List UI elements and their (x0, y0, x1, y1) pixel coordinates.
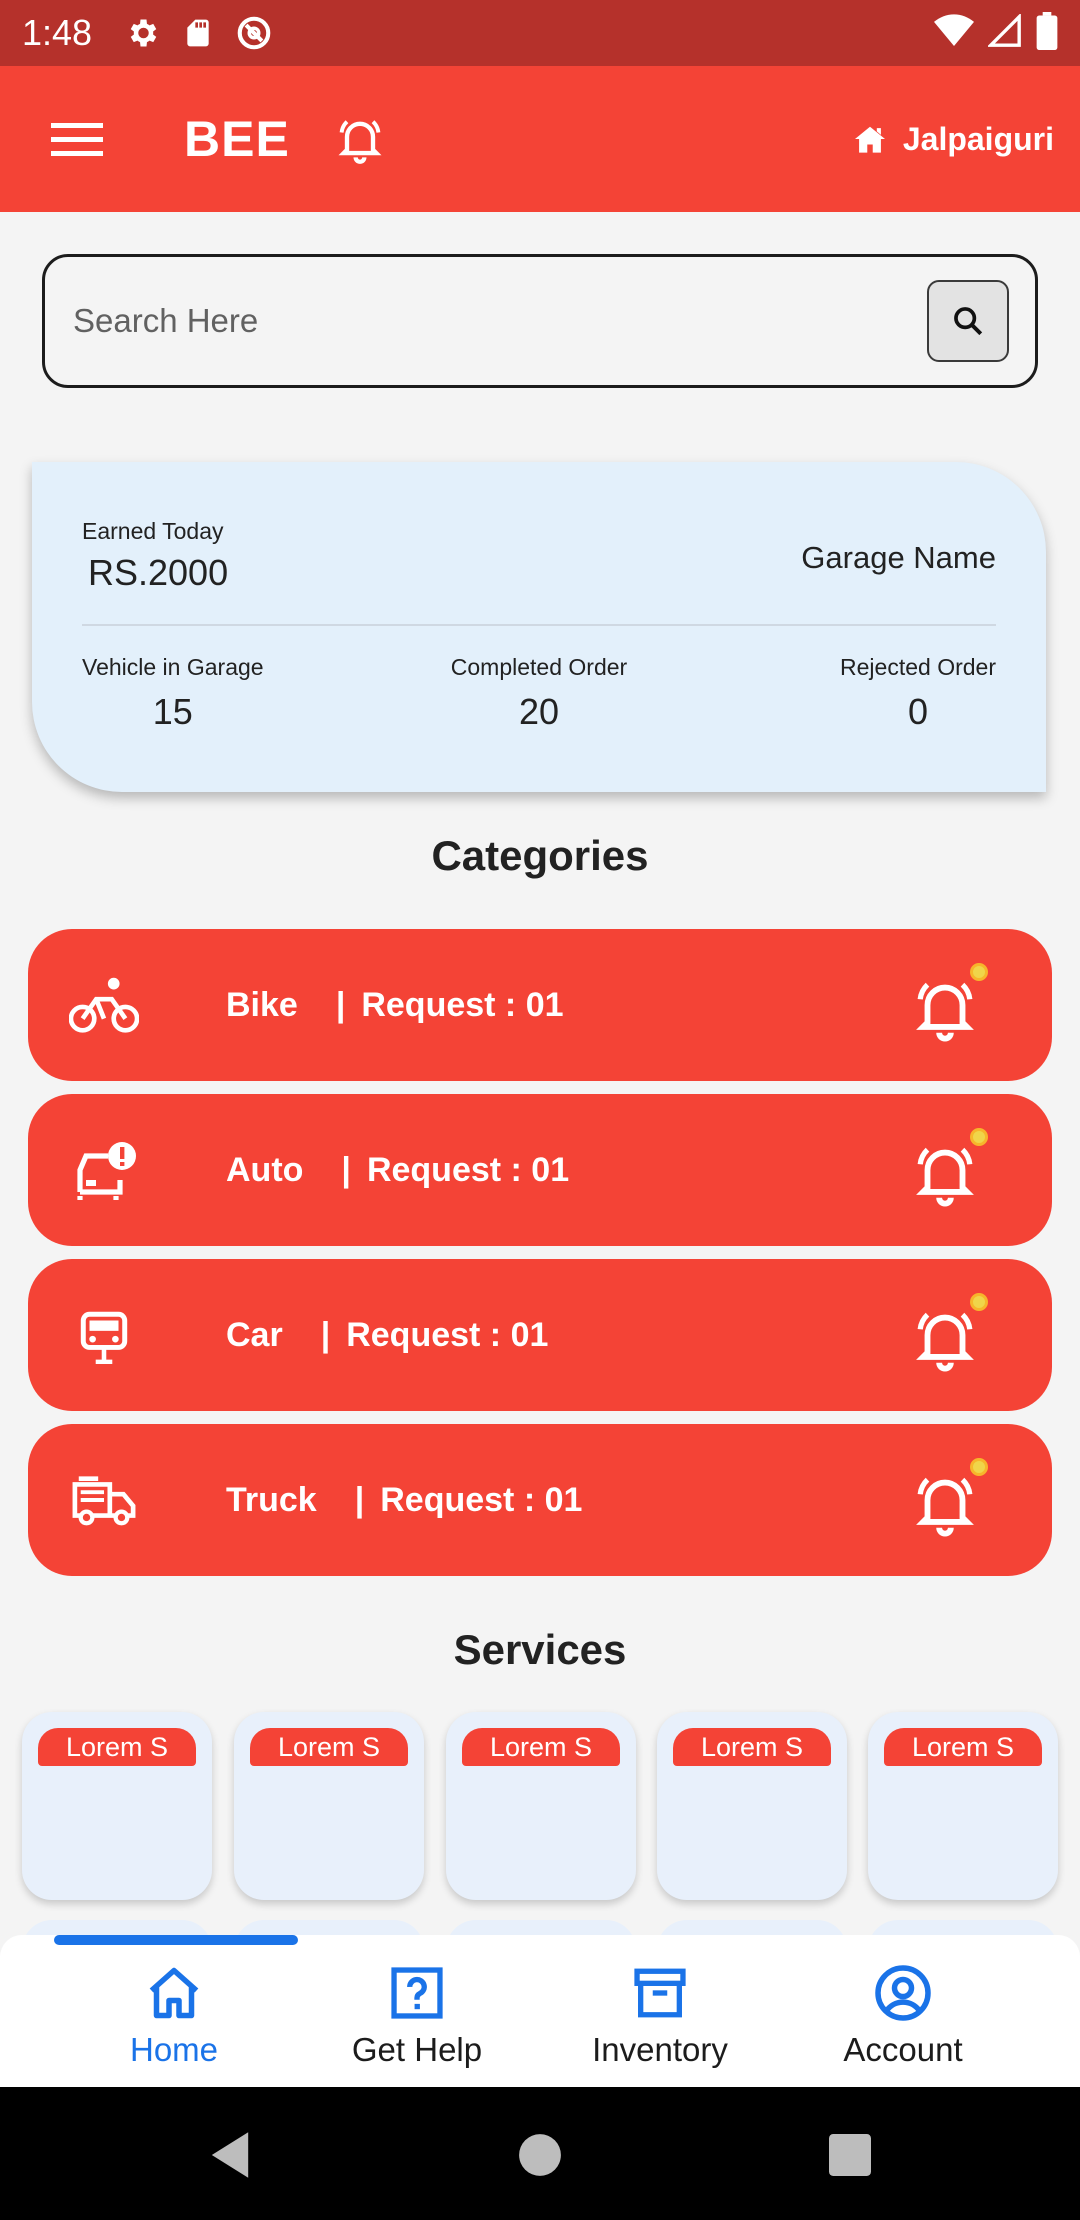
signal-icon (986, 12, 1022, 53)
nav-label: Get Help (351, 2031, 483, 2068)
category-row-bike[interactable]: Bike | Request : 01 (28, 929, 1052, 1081)
search-box (42, 254, 1038, 388)
account-icon (871, 1961, 935, 2025)
wifi-icon (934, 13, 974, 54)
nav-label: Account (843, 2031, 963, 2068)
bell-ring-icon (338, 120, 382, 164)
system-navigation-bar (0, 2087, 1080, 2220)
request-indicator-dot (970, 963, 988, 981)
earned-today-label: Earned Today (82, 518, 224, 544)
category-request: Request : 01 (380, 1480, 583, 1519)
inventory-icon (628, 1961, 692, 2025)
request-indicator-dot (970, 1458, 988, 1476)
at-sign-icon (234, 13, 274, 53)
back-icon[interactable] (200, 2125, 260, 2185)
category-separator: | (320, 1315, 331, 1354)
location-label: Jalpaiguri (902, 120, 1054, 157)
search-input[interactable] (73, 302, 927, 340)
request-alarm-icon[interactable] (910, 1138, 980, 1208)
home-location-icon (854, 126, 885, 153)
category-row-auto[interactable]: Auto | Request : 01 (28, 1094, 1052, 1246)
status-bar: 1:48 (0, 0, 1080, 66)
service-label: Lorem S (38, 1728, 196, 1766)
car-icon (64, 1295, 144, 1375)
category-name: Auto (226, 1150, 304, 1189)
services-title: Services (453, 1626, 627, 1673)
stat-value: 20 (518, 691, 560, 732)
nav-label: Inventory (592, 2031, 728, 2068)
request-indicator-dot (970, 1293, 988, 1311)
service-card[interactable]: Lorem S (22, 1712, 212, 1900)
category-separator: | (354, 1480, 365, 1519)
category-name: Car (226, 1315, 283, 1354)
search-icon (954, 307, 983, 336)
service-label: Lorem S (250, 1728, 408, 1766)
menu-button[interactable] (42, 104, 112, 174)
request-alarm-icon[interactable] (910, 973, 980, 1043)
sd-card-icon (178, 13, 218, 53)
category-row-car[interactable]: Car | Request : 01 (28, 1259, 1052, 1411)
category-request: Request : 01 (346, 1315, 549, 1354)
stat-label: Vehicle in Garage (82, 654, 264, 680)
recents-icon[interactable] (820, 2125, 880, 2185)
nav-home[interactable]: Home (74, 1961, 274, 2069)
app-title: BEE (184, 111, 290, 167)
service-label: Lorem S (462, 1728, 620, 1766)
category-name: Bike (226, 985, 298, 1024)
service-card[interactable]: Lorem S (446, 1712, 636, 1900)
earned-today-value: RS.2000 (88, 552, 229, 593)
category-separator: | (335, 985, 346, 1024)
request-indicator-dot (970, 1128, 988, 1146)
service-card[interactable]: Lorem S (868, 1712, 1058, 1900)
service-label: Lorem S (884, 1728, 1042, 1766)
vehicle-in-garage-stat: Vehicle in Garage 15 (82, 654, 264, 733)
auto-alert-icon (64, 1130, 144, 1210)
truck-icon (64, 1460, 144, 1540)
completed-order-stat: Completed Order 20 (409, 654, 669, 733)
nav-account[interactable]: Account (803, 1961, 1003, 2069)
search-button[interactable] (927, 280, 1009, 362)
battery-icon (1036, 11, 1058, 55)
stat-value: 15 (152, 691, 193, 732)
notification-button[interactable] (330, 109, 390, 169)
stats-divider (82, 624, 996, 626)
service-label: Lorem S (673, 1728, 831, 1766)
nav-get-help[interactable]: Get Help (317, 1961, 517, 2069)
service-card[interactable]: Lorem S (234, 1712, 424, 1900)
earnings-summary-card: Earned Today RS.2000 Garage Name Vehicle… (32, 462, 1046, 792)
category-row-truck[interactable]: Truck | Request : 01 (28, 1424, 1052, 1576)
category-request: Request : 01 (366, 1150, 570, 1189)
stat-label: Rejected Order (840, 654, 996, 680)
hamburger-icon (51, 123, 103, 156)
location-selector[interactable]: Jalpaiguri (853, 121, 1054, 158)
category-separator: | (341, 1150, 351, 1189)
stat-label: Completed Order (450, 654, 628, 680)
home-circle-icon[interactable] (510, 2125, 570, 2185)
category-request: Request : 01 (361, 985, 564, 1024)
settings-icon (122, 13, 162, 53)
request-alarm-icon[interactable] (910, 1468, 980, 1538)
bike-icon (64, 965, 144, 1045)
nav-label: Home (129, 2031, 219, 2068)
help-icon (385, 1961, 449, 2025)
categories-title: Categories (431, 832, 649, 879)
active-tab-indicator (54, 1935, 298, 1945)
garage-name: Garage Name (801, 540, 996, 575)
category-name: Truck (226, 1480, 317, 1519)
rejected-order-stat: Rejected Order 0 (840, 654, 996, 733)
app-bar: BEE Jalpaiguri (0, 66, 1080, 212)
request-alarm-icon[interactable] (910, 1303, 980, 1373)
home-icon (142, 1961, 206, 2025)
service-card[interactable]: Lorem S (657, 1712, 847, 1900)
stat-value: 0 (908, 691, 929, 732)
bottom-navigation: Home Get Help Inventory Account (0, 1935, 1080, 2087)
status-time: 1:48 (22, 12, 93, 53)
nav-inventory[interactable]: Inventory (560, 1961, 760, 2069)
